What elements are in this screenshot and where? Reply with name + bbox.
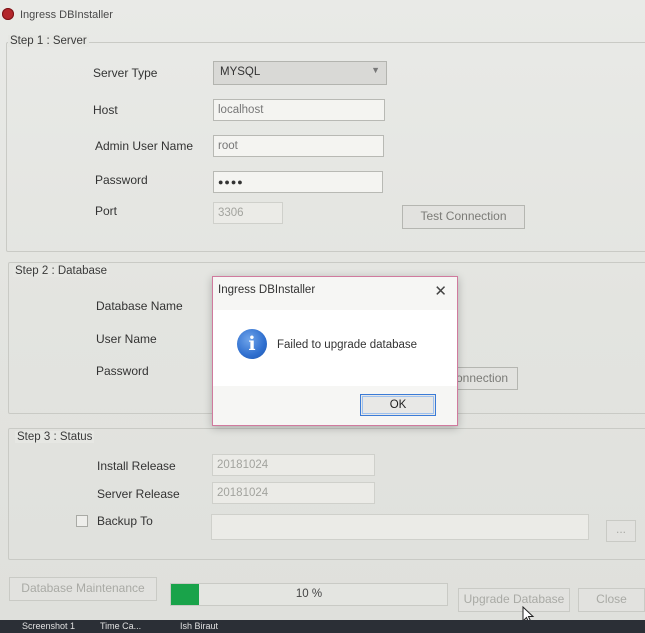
taskbar-item[interactable]: Time Ca... — [100, 621, 141, 631]
close-button[interactable]: Close — [578, 588, 645, 612]
database-maintenance-button[interactable]: Database Maintenance — [9, 577, 157, 601]
ok-button[interactable]: OK — [360, 394, 436, 416]
error-dialog: Ingress DBInstaller ✕ i Failed to upgrad… — [212, 276, 458, 426]
password-label: Password — [95, 173, 148, 187]
test-connection-button[interactable]: Test Connection — [402, 205, 525, 229]
host-label: Host — [93, 103, 118, 117]
db-password-label: Password — [96, 364, 149, 378]
backup-label: Backup To — [97, 514, 153, 528]
server-release-field: 20181024 — [212, 482, 375, 504]
browse-button[interactable]: ... — [606, 520, 636, 542]
step3-legend: Step 3 : Status — [15, 431, 95, 443]
dialog-message: Failed to upgrade database — [277, 339, 418, 351]
install-release-field: 20181024 — [212, 454, 375, 476]
app-icon — [2, 8, 14, 20]
upgrade-database-button[interactable]: Upgrade Database — [458, 588, 570, 612]
backup-path-input[interactable] — [211, 514, 589, 540]
admin-user-label: Admin User Name — [95, 139, 194, 153]
taskbar-item[interactable]: Ish Biraut — [180, 621, 218, 631]
port-label: Port — [95, 204, 118, 218]
port-input[interactable]: 3306 — [213, 202, 283, 224]
info-icon: i — [237, 329, 267, 359]
progress-text: 10 % — [295, 588, 323, 600]
step2-legend: Step 2 : Database — [13, 265, 110, 277]
window-title: Ingress DBInstaller — [20, 9, 113, 21]
db-name-label: Database Name — [96, 299, 183, 313]
server-type-select[interactable]: MYSQL ▼ — [213, 61, 387, 85]
close-icon[interactable]: ✕ — [434, 282, 447, 300]
install-release-label: Install Release — [97, 459, 176, 473]
step1-legend: Step 1 : Server — [8, 35, 89, 47]
db-user-name-label: User Name — [96, 332, 157, 346]
backup-checkbox[interactable] — [76, 515, 88, 527]
taskbar: Screenshot 1 Time Ca... Ish Biraut — [0, 620, 645, 633]
taskbar-item[interactable]: Screenshot 1 — [22, 621, 75, 631]
host-input[interactable]: localhost — [213, 99, 385, 121]
admin-user-input[interactable]: root — [213, 135, 384, 157]
server-release-label: Server Release — [97, 487, 180, 501]
server-type-value: MYSQL — [220, 66, 261, 78]
server-type-label: Server Type — [93, 66, 158, 80]
db-test-connection-label: onnection — [456, 371, 509, 385]
db-test-connection-button[interactable]: onnection — [452, 367, 518, 390]
chevron-down-icon: ▼ — [371, 65, 380, 75]
upgrade-progress-bar: 10 % — [170, 583, 448, 606]
dialog-title: Ingress DBInstaller — [218, 284, 316, 296]
title-bar: Ingress DBInstaller — [0, 0, 645, 30]
password-input[interactable]: ●●●● — [213, 171, 383, 193]
